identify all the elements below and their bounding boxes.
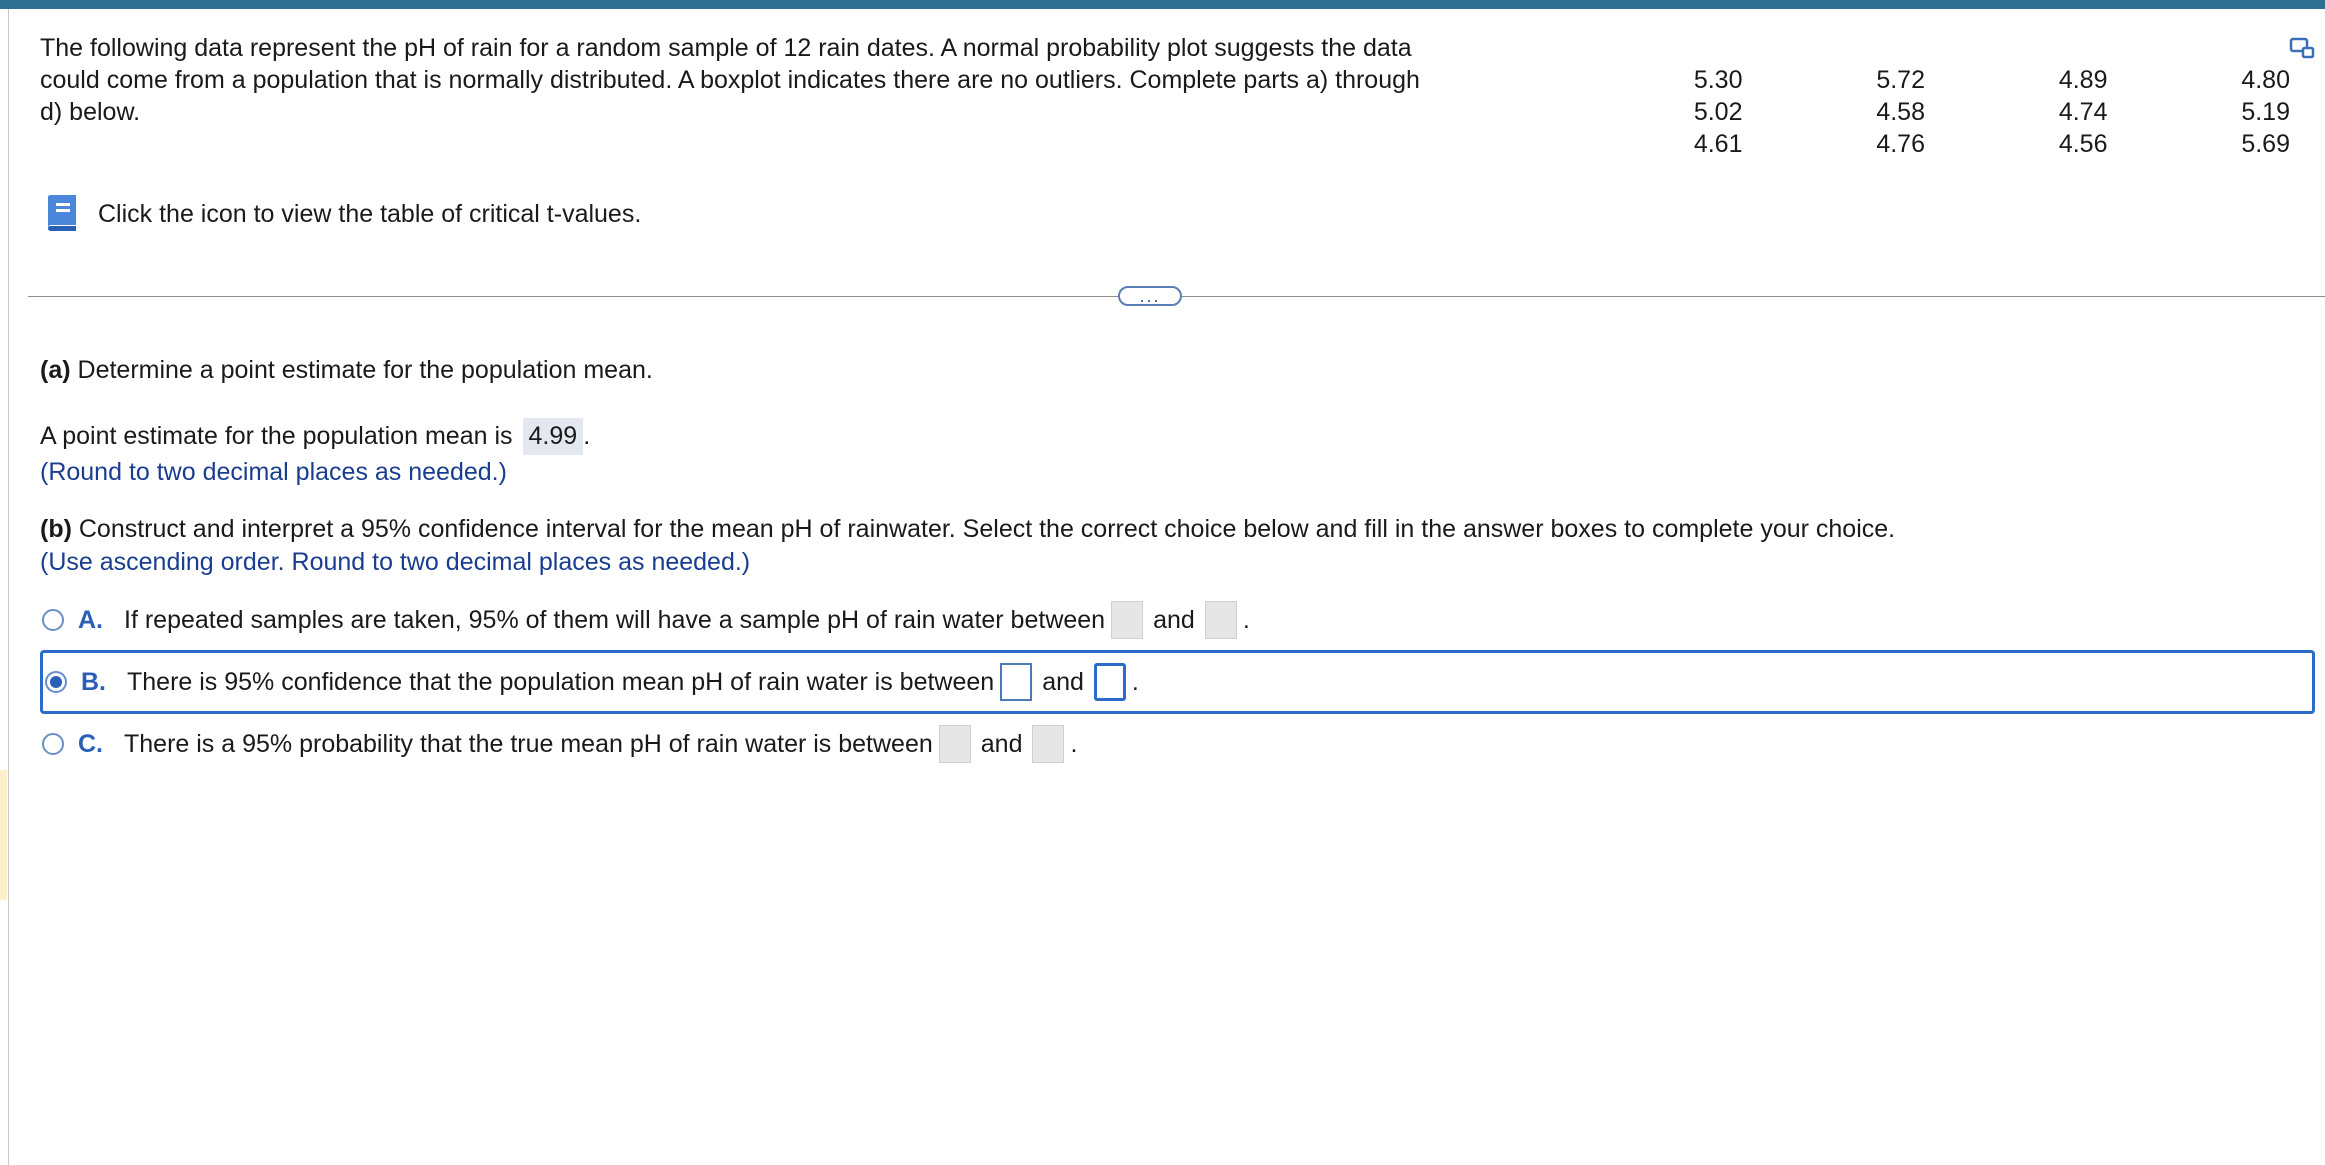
data-cell: 4.89 (2058, 66, 2108, 94)
problem-statement: The following data represent the pH of r… (40, 34, 1420, 126)
data-cell: 4.76 (1876, 130, 1925, 158)
part-a-answer-end: . (583, 422, 591, 450)
part-a-text: Determine a point estimate for the popul… (70, 356, 653, 384)
lower-bound-input[interactable] (938, 725, 971, 763)
data-cell: 4.80 (2241, 66, 2290, 94)
choice-c[interactable]: C. There is a 95% probability that the t… (42, 722, 1077, 766)
expand-window-icon[interactable] (2289, 36, 2315, 60)
lower-bound-input[interactable] (1111, 601, 1144, 639)
critical-values-link[interactable]: Click the icon to view the table of crit… (98, 200, 641, 229)
data-cell: 5.19 (2241, 98, 2290, 126)
upper-bound-input[interactable] (1093, 663, 1126, 701)
choice-text: There is 95% confidence that the populat… (127, 667, 995, 696)
radio-icon[interactable] (45, 671, 67, 693)
choice-text: There is a 95% probability that the true… (124, 729, 933, 758)
part-b-label: (b) (40, 515, 72, 543)
left-border (8, 9, 9, 1165)
data-cell: 5.02 (1693, 98, 1743, 126)
data-cell: 4.61 (1693, 130, 1743, 158)
and-word: and (1042, 667, 1084, 696)
choice-text: If repeated samples are taken, 95% of th… (124, 605, 1106, 634)
top-bar (0, 0, 2325, 9)
part-a-answer: A point estimate for the population mean… (40, 418, 590, 455)
upper-bound-input[interactable] (1032, 725, 1065, 763)
data-cell: 4.58 (1876, 98, 1925, 126)
part-a-label: (a) (40, 356, 71, 384)
choice-letter: B. (81, 667, 106, 696)
radio-icon[interactable] (42, 609, 64, 631)
data-cell: 4.56 (2058, 130, 2108, 158)
lower-bound-input[interactable] (1000, 663, 1033, 701)
data-cell: 5.69 (2241, 130, 2290, 158)
choice-end: . (1131, 667, 1139, 696)
part-b-question: (b) Construct and interpret a 95% confid… (40, 515, 1895, 544)
data-cell: 4.74 (2058, 98, 2108, 126)
data-table: 5.30 5.72 4.89 4.80 5.02 4.58 4.74 5.19 … (1560, 64, 2290, 160)
choice-end: . (1242, 605, 1250, 634)
radio-icon[interactable] (42, 733, 64, 755)
choice-letter: A. (78, 605, 103, 634)
more-button[interactable]: ... (1118, 286, 1182, 306)
part-b-text: Construct and interpret a 95% confidence… (71, 515, 1896, 543)
choice-a[interactable]: A. If repeated samples are taken, 95% of… (42, 598, 1250, 642)
radio-selected-dot (50, 676, 62, 688)
data-cell: 5.30 (1693, 66, 1743, 94)
book-icon[interactable] (42, 193, 82, 235)
choice-letter: C. (78, 729, 103, 758)
part-a-question: (a) Determine a point estimate for the p… (40, 356, 653, 385)
and-word: and (1153, 605, 1195, 634)
critical-values-row: Click the icon to view the table of crit… (42, 193, 641, 235)
data-cell: 5.72 (1876, 66, 1925, 94)
part-a-hint: (Round to two decimal places as needed.) (40, 458, 507, 486)
upper-bound-input[interactable] (1204, 601, 1237, 639)
point-estimate-value[interactable]: 4.99 (522, 418, 584, 455)
choice-b[interactable]: B. There is 95% confidence that the popu… (40, 650, 2315, 714)
part-a-answer-label: A point estimate for the population mean… (40, 422, 513, 450)
side-tab[interactable] (0, 770, 7, 900)
part-b-hint: (Use ascending order. Round to two decim… (40, 548, 751, 576)
and-word: and (980, 729, 1023, 758)
choice-end: . (1070, 729, 1078, 758)
